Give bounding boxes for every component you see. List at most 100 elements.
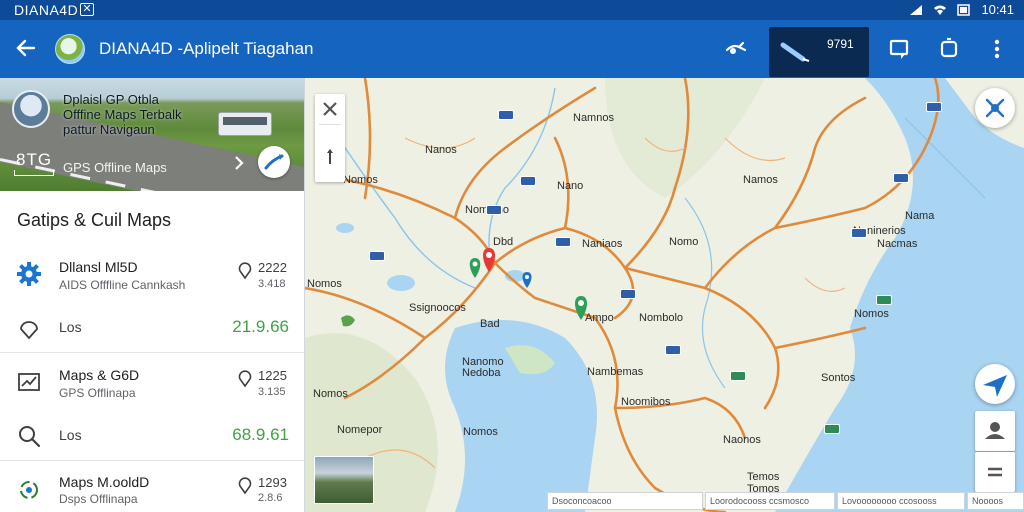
recycle-icon [20,481,38,499]
road-shield [876,295,892,305]
list-item[interactable]: Dllansl Ml5D AIDS Offfline Cannkash 2222… [0,254,304,360]
map-view[interactable]: NamnosNanosNomosNanoNamosNomainoNamaDbdN… [305,78,1024,512]
item-distance: 3.135 [258,386,286,398]
app-logo [55,34,85,64]
status-bar: DIANA4D ✕ 10:41 [0,0,1024,20]
pen-icon [780,42,810,62]
chip-text: 9791 [827,37,854,51]
item-count: 1225 [258,368,287,383]
chart-icon [18,373,40,391]
banner-subtitle: GPS Offline Maps [63,160,167,175]
app-bar: DIANA4D -Aplipelt Tiagahan 9791 [0,20,1024,78]
location-outline-icon [20,321,38,340]
map-label: Nomos [307,278,342,290]
menu-button[interactable] [975,452,1015,492]
map-label: Sontos [821,372,856,384]
road-shield [851,228,867,238]
pin-outline-icon [238,370,252,388]
pin-outline-icon [238,477,252,495]
road-shield [730,371,746,381]
navigate-button[interactable] [975,364,1015,404]
map-label: Ssignoocos [409,302,466,314]
map-label: Nanos [425,144,457,156]
map-label: Naniaos [582,238,623,250]
scale-label-5: Noooos [967,492,1024,510]
item-subtitle: AIDS Offfline Cannkash [59,278,186,292]
road-shield [824,424,840,434]
close-icon[interactable] [315,94,345,124]
person-icon [985,422,1005,439]
item-subtitle: Dsps Offlinapa [59,492,138,506]
road-shield [926,102,942,112]
share-icon[interactable] [723,36,749,62]
toolbar-divider [319,124,341,125]
scale-label-3: Lovoooooooo ccosooss [837,492,965,510]
map-label: Noomibos [621,396,671,408]
item-distance: 2.8.6 [258,492,283,504]
map-canvas [305,78,1024,512]
map-label: Namos [743,174,778,186]
status-time: 10:41 [981,2,1014,17]
sidebar: Dplaisl GP Otbla Offfine Maps Terbalk pa… [0,78,305,512]
map-label: Nano [557,180,584,192]
road-shield [620,289,636,299]
banner-brand: 8TG [16,150,53,169]
map-label: Nacmas [877,238,918,250]
banner-brand-underline [14,170,54,176]
profile-button[interactable] [975,411,1015,451]
promo-banner[interactable]: Dplaisl GP Otbla Offfine Maps Terbalk pa… [0,78,304,191]
banner-line-3: pattur Navigaun [63,122,155,137]
chevron-right-icon[interactable] [232,154,246,172]
arrow-back-icon[interactable] [12,34,40,62]
photo-thumbnail[interactable] [314,456,374,504]
layers-icon[interactable] [936,36,962,62]
map-label: Nambemas [587,366,644,378]
item-count: 1293 [258,475,287,490]
divider [0,460,304,461]
more-vert-icon[interactable] [984,36,1010,62]
map-label: Nama [905,210,935,222]
divider [0,352,304,353]
map-label: Nomos [313,388,348,400]
road-shield [665,345,681,355]
wifi-icon [934,5,947,15]
scale-label-1: Dsoconcoacoo [547,492,703,510]
item-title: Dllansl Ml5D [59,259,138,275]
map-label: Namnos [573,112,614,124]
pin-outline-icon [238,262,252,280]
close-icon[interactable]: ✕ [80,3,94,16]
list-item[interactable]: Maps & G6D GPS Offlinapa 1225 3.135 Los … [0,362,304,468]
signal-icon [910,4,923,15]
map-label: Nombolo [639,312,684,324]
status-bar-title: DIANA4D [14,2,79,18]
navigation-chip[interactable]: 9791 [769,27,869,77]
map-label: Nomos [463,426,498,438]
north-icon[interactable] [315,144,345,174]
road-shield [369,251,385,261]
item-label: Los [59,427,82,443]
gear-icon [17,262,41,286]
map-label: Bad [480,318,500,330]
menu-icon [988,467,1002,477]
road-shield [520,176,536,186]
map-label: Ampo [585,312,614,324]
banner-avatar [12,90,50,128]
list-item[interactable]: Maps M.ooldD Dsps Offlinapa 1293 2.8.6 [0,470,304,512]
item-value: 68.9.61 [232,425,289,444]
map-label: Nomo [669,236,699,248]
road-shield [498,110,514,120]
banner-line-2: Offfine Maps Terbalk [63,107,182,122]
road-shield [486,205,502,215]
status-icons: 10:41 [909,2,1014,17]
section-title: Gatips & Cuil Maps [17,210,172,230]
item-title: Maps M.ooldD [59,474,150,490]
map-label: Nomos [343,174,378,186]
map-label: Naonos [723,434,761,446]
message-icon[interactable] [887,36,913,62]
map-label: Nedoba [462,367,501,379]
map-label: Nomos [854,308,889,320]
app-title: DIANA4D -Aplipelt Tiagahan [99,39,314,58]
compass-button[interactable] [975,88,1015,128]
banner-action-button[interactable] [258,146,290,178]
item-label: Los [59,319,82,335]
